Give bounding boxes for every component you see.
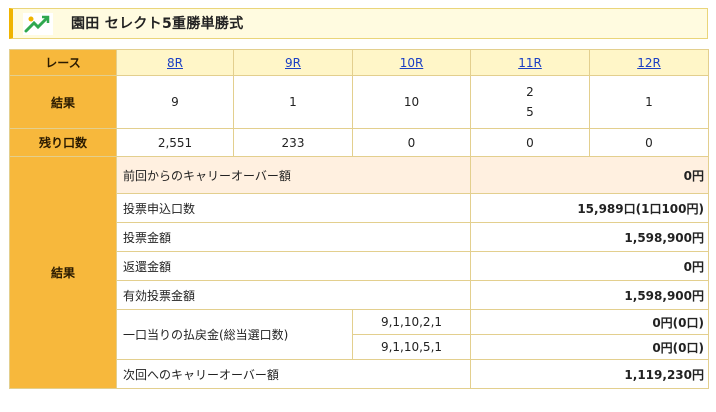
race-label: レース	[9, 49, 117, 76]
remaining-label: 残り口数	[9, 128, 117, 157]
carryover-prev-label: 前回からのキャリーオーバー額	[116, 156, 471, 194]
race-header-row: レース 8R 9R 10R 11R 12R	[9, 49, 709, 76]
race-link-12r[interactable]: 12R	[637, 56, 661, 70]
select5-logo-icon	[23, 13, 53, 35]
remaining-8r: 2,551	[116, 128, 234, 157]
per-unit-label: 一口当りの払戻金(総当選口数)	[116, 309, 353, 360]
combo-2-value: 0円(0口)	[470, 334, 709, 360]
race-link-10r[interactable]: 10R	[400, 56, 424, 70]
result-11r: 2 5	[470, 75, 590, 129]
remaining-11r: 0	[470, 128, 590, 157]
race-link-8r[interactable]: 8R	[167, 56, 183, 70]
result-12r: 1	[589, 75, 709, 129]
carryover-next-value: 1,119,230円	[470, 359, 709, 389]
results-table: レース 8R 9R 10R 11R 12R 結果 9 1 10 2 5 1 残り…	[9, 49, 709, 389]
refund-value: 0円	[470, 251, 709, 281]
race-10r-header: 10R	[352, 49, 471, 76]
result-11r-first: 2	[526, 85, 534, 99]
race-12r-header: 12R	[589, 49, 709, 76]
results-row: 結果 9 1 10 2 5 1	[9, 75, 709, 129]
race-9r-header: 9R	[233, 49, 353, 76]
page-title: 園田 セレクト5重勝単勝式	[71, 16, 244, 32]
result-label: 結果	[9, 75, 117, 129]
tickets-label: 投票申込口数	[116, 193, 471, 223]
payout-section-label: 結果	[9, 156, 117, 389]
carryover-next-label: 次回へのキャリーオーバー額	[116, 359, 471, 389]
race-8r-header: 8R	[116, 49, 234, 76]
valid-label: 有効投票金額	[116, 280, 471, 310]
result-8r: 9	[116, 75, 234, 129]
result-10r: 10	[352, 75, 471, 129]
result-9r: 1	[233, 75, 353, 129]
remaining-row: 残り口数 2,551 233 0 0 0	[9, 128, 709, 157]
remaining-12r: 0	[589, 128, 709, 157]
remaining-10r: 0	[352, 128, 471, 157]
remaining-9r: 233	[233, 128, 353, 157]
valid-value: 1,598,900円	[470, 280, 709, 310]
carryover-prev-row: 結果 前回からのキャリーオーバー額 0円	[9, 156, 709, 389]
race-link-9r[interactable]: 9R	[285, 56, 301, 70]
result-11r-second: 5	[526, 105, 534, 119]
combo-1: 9,1,10,2,1	[352, 309, 471, 335]
carryover-prev-value: 0円	[470, 156, 709, 194]
combo-1-value: 0円(0口)	[470, 309, 709, 335]
tickets-value: 15,989口(1口100円)	[470, 193, 709, 223]
race-link-11r[interactable]: 11R	[518, 56, 542, 70]
combo-2: 9,1,10,5,1	[352, 334, 471, 360]
race-11r-header: 11R	[470, 49, 590, 76]
title-bar: 園田 セレクト5重勝単勝式	[9, 8, 708, 39]
amount-value: 1,598,900円	[470, 222, 709, 252]
page: 園田 セレクト5重勝単勝式 レース 8R 9R 10R 11R 12R 結果 9…	[0, 0, 716, 412]
amount-label: 投票金額	[116, 222, 471, 252]
refund-label: 返還金額	[116, 251, 471, 281]
